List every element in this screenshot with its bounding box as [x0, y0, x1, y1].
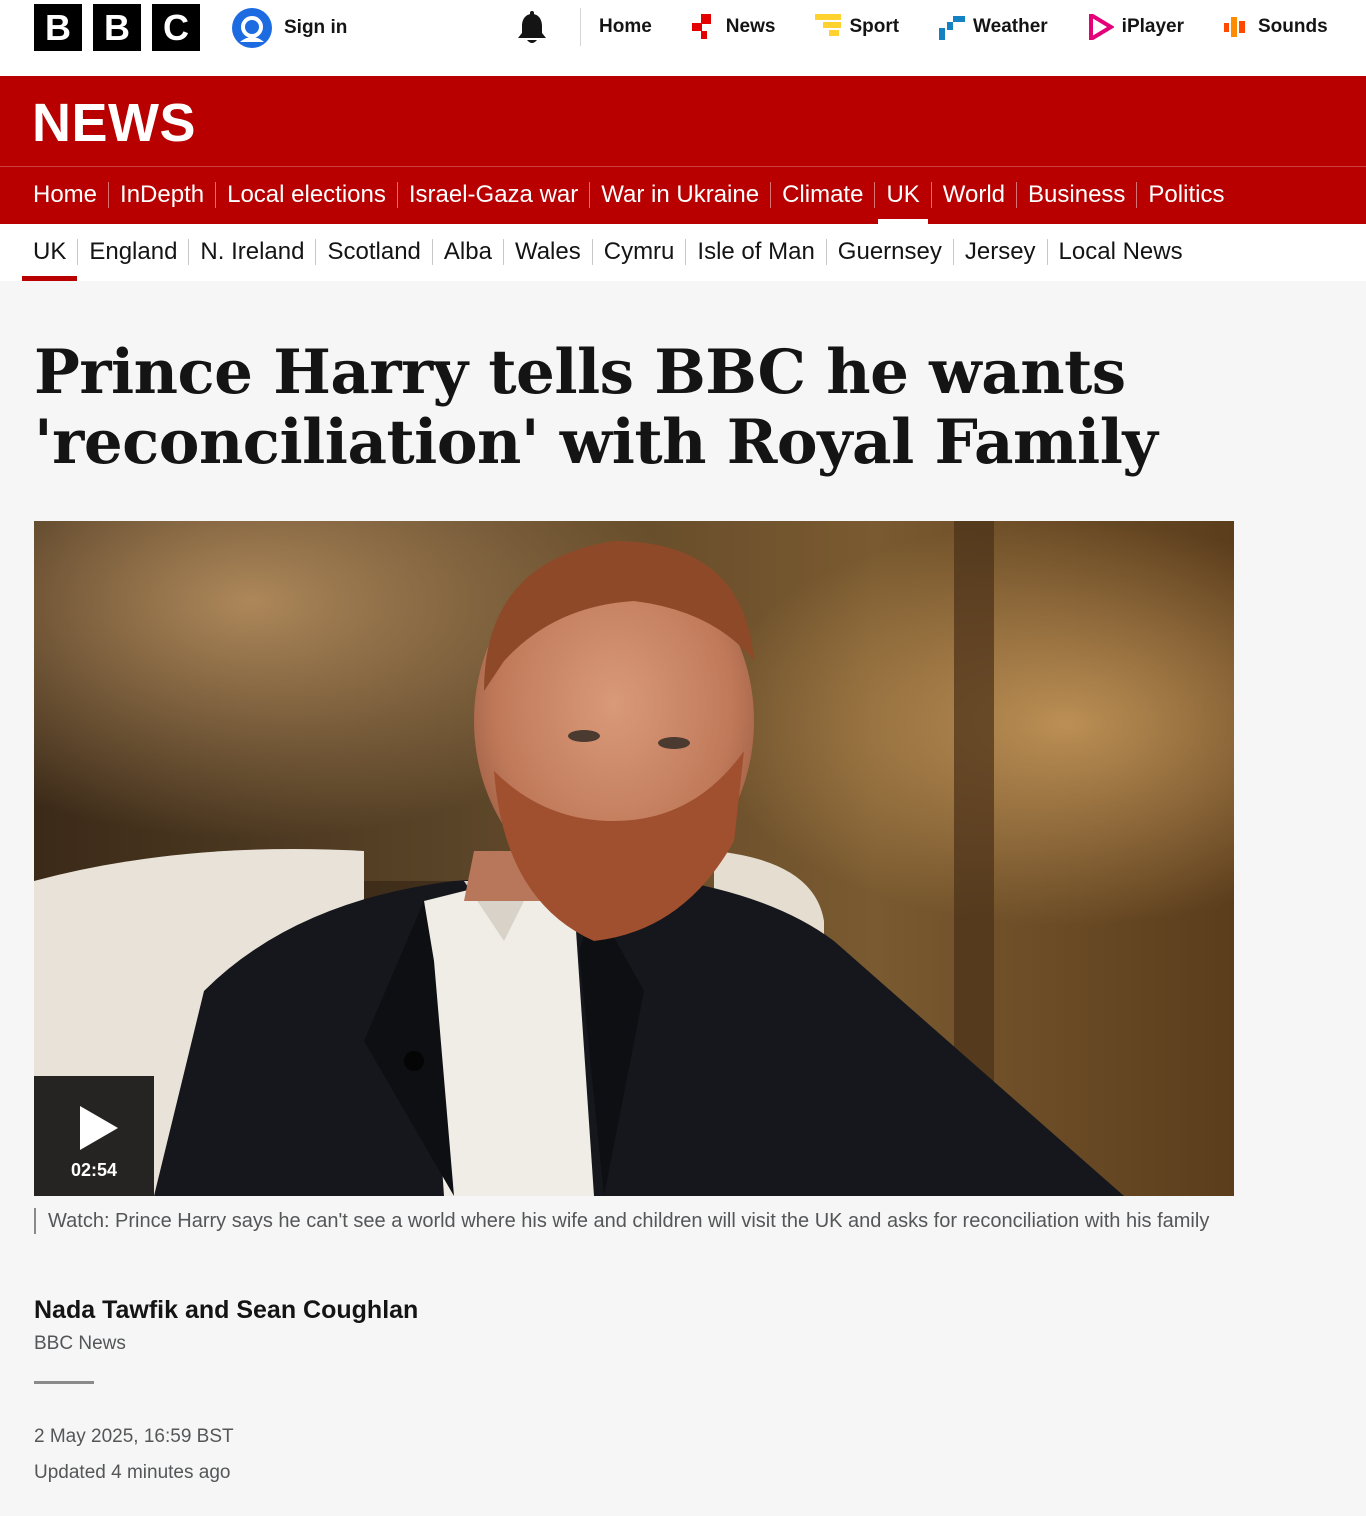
- sign-in-label: Sign in: [284, 17, 348, 38]
- section-nav-indepth[interactable]: InDepth: [120, 176, 204, 214]
- nav-separator: [930, 182, 932, 208]
- global-nav-label: Home: [599, 16, 652, 37]
- nav-separator: [215, 182, 217, 208]
- sub-nav-scotland[interactable]: Scotland: [327, 234, 420, 270]
- global-header: B B C Sign in Home News Sport Weather iP…: [0, 0, 1366, 76]
- sub-nav-n-ireland[interactable]: N. Ireland: [200, 234, 304, 270]
- news-brand-link[interactable]: NEWS: [32, 92, 196, 154]
- article-headline: Prince Harry tells BBC he wants 'reconci…: [34, 337, 1158, 478]
- weather-icon: [939, 16, 966, 40]
- section-nav-politics[interactable]: Politics: [1148, 176, 1224, 214]
- account-icon: [232, 8, 272, 48]
- sub-nav-england[interactable]: England: [89, 234, 177, 270]
- section-nav-israel-gaza-war[interactable]: Israel-Gaza war: [409, 176, 578, 214]
- sub-nav-list: UK England N. Ireland Scotland Alba Wales Cymr…: [21, 234, 1183, 281]
- publish-date: 2 May 2025, 16:59 BST: [34, 1426, 234, 1447]
- nav-separator: [1016, 182, 1018, 208]
- updated-time: Updated 4 minutes ago: [34, 1462, 231, 1483]
- sub-nav-cymru[interactable]: Cymru: [604, 234, 675, 270]
- sub-nav-isle-of-man[interactable]: Isle of Man: [697, 234, 814, 270]
- section-nav-war-in-ukraine[interactable]: War in Ukraine: [601, 176, 759, 214]
- global-nav: Home News Sport Weather iPlayer Sounds: [599, 12, 1328, 42]
- global-nav-news[interactable]: News: [691, 12, 776, 42]
- section-nav-climate[interactable]: Climate: [782, 176, 863, 214]
- iplayer-icon: [1088, 14, 1114, 40]
- sub-nav-alba[interactable]: Alba: [444, 234, 492, 270]
- notifications-bell-icon[interactable]: [514, 10, 550, 46]
- news-banner: NEWS Home InDepth Local elections Israel-Ga…: [0, 76, 1366, 224]
- global-nav-home[interactable]: Home: [599, 12, 652, 42]
- nav-separator: [1046, 239, 1048, 265]
- section-nav-local-elections[interactable]: Local elections: [227, 176, 386, 214]
- global-nav-label: News: [725, 16, 776, 37]
- sub-nav-uk[interactable]: UK: [21, 234, 78, 281]
- bbc-logo-letter[interactable]: B: [34, 4, 82, 51]
- byline-authors: Nada Tawfik and Sean Coughlan: [34, 1296, 419, 1324]
- nav-separator: [952, 239, 954, 265]
- nav-separator: [770, 182, 772, 208]
- byline-divider: [34, 1381, 94, 1384]
- global-nav-iplayer[interactable]: iPlayer: [1088, 12, 1184, 42]
- play-button[interactable]: 02:54: [34, 1076, 154, 1196]
- nav-separator: [589, 182, 591, 208]
- sounds-icon: [1224, 17, 1245, 37]
- play-icon: [80, 1106, 118, 1150]
- global-nav-sport[interactable]: Sport: [815, 12, 899, 42]
- section-nav-home[interactable]: Home: [33, 176, 97, 214]
- bbc-logo-letter[interactable]: C: [152, 4, 200, 51]
- video-caption: Watch: Prince Harry says he can't see a …: [34, 1208, 1224, 1234]
- nav-separator: [591, 239, 593, 265]
- bbc-logo[interactable]: B B C: [34, 4, 200, 51]
- news-icon: [691, 14, 711, 39]
- nav-separator: [1136, 182, 1138, 208]
- nav-separator: [77, 239, 79, 265]
- nav-separator: [188, 239, 190, 265]
- byline-organisation: BBC News: [34, 1333, 126, 1354]
- nav-separator: [874, 182, 876, 208]
- section-nav: Home InDepth Local elections Israel-Gaza wa…: [33, 176, 1224, 224]
- section-nav-uk[interactable]: UK: [878, 176, 929, 224]
- nav-separator: [825, 239, 827, 265]
- video-player[interactable]: 02:54: [34, 521, 1234, 1196]
- video-duration: 02:54: [70, 1160, 118, 1180]
- global-nav-label: Sport: [849, 16, 900, 37]
- nav-separator: [396, 182, 398, 208]
- global-nav-sounds[interactable]: Sounds: [1224, 12, 1328, 42]
- sub-nav-jersey[interactable]: Jersey: [965, 234, 1036, 270]
- global-nav-weather[interactable]: Weather: [939, 12, 1048, 42]
- sub-nav-guernsey[interactable]: Guernsey: [838, 234, 942, 270]
- nav-separator: [315, 239, 317, 265]
- uk-sub-nav: UK England N. Ireland Scotland Alba Wales Cymr…: [0, 224, 1366, 281]
- global-nav-label: Sounds: [1258, 16, 1328, 37]
- sub-nav-wales[interactable]: Wales: [515, 234, 581, 270]
- sign-in-link[interactable]: Sign in: [232, 8, 347, 48]
- nav-separator: [685, 239, 687, 265]
- section-nav-world[interactable]: World: [943, 176, 1005, 214]
- nav-separator: [431, 239, 433, 265]
- banner-divider: [0, 166, 1366, 167]
- header-divider: [580, 8, 581, 46]
- global-nav-label: iPlayer: [1121, 16, 1184, 37]
- nav-separator: [108, 182, 110, 208]
- bbc-logo-letter[interactable]: B: [93, 4, 141, 51]
- sub-nav-local-news[interactable]: Local News: [1059, 234, 1183, 270]
- nav-separator: [502, 239, 504, 265]
- global-nav-label: Weather: [973, 16, 1048, 37]
- video-thumbnail: [34, 521, 1234, 1196]
- sport-icon: [815, 14, 842, 36]
- section-nav-business[interactable]: Business: [1028, 176, 1125, 214]
